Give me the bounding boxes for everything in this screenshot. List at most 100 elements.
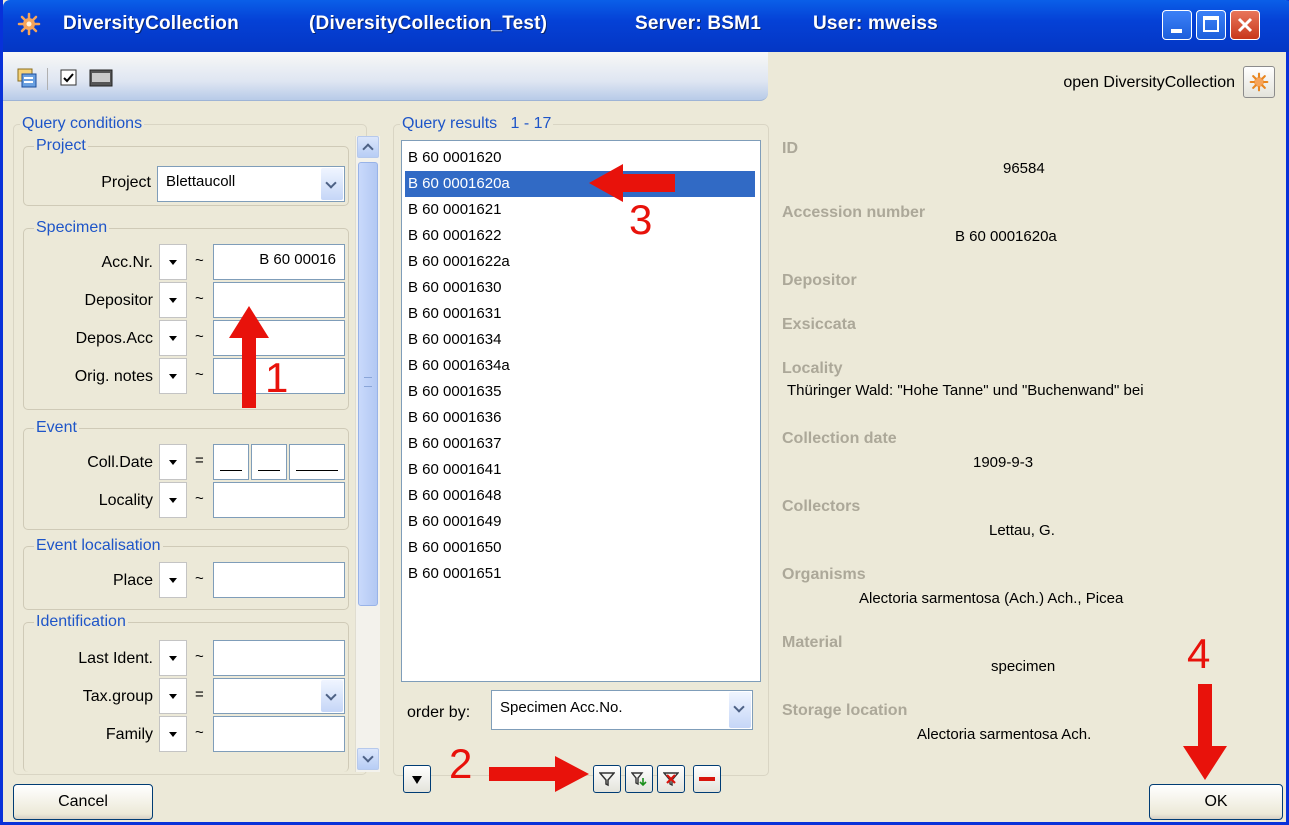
- depositor-operator-dropdown[interactable]: [159, 282, 187, 318]
- depositor-label: Depositor: [84, 292, 153, 309]
- result-list-item[interactable]: B 60 0001621: [408, 197, 501, 223]
- detail-id-label: ID: [782, 140, 798, 157]
- window-title-database: (DiversityCollection_Test): [309, 13, 548, 34]
- result-list-item[interactable]: B 60 0001635: [408, 379, 501, 405]
- result-list-item[interactable]: B 60 0001630: [408, 275, 501, 301]
- detail-id-value: 96584: [1003, 160, 1045, 177]
- detail-locality-value: Thüringer Wald: "Hohe Tanne" und "Buchen…: [787, 382, 1144, 399]
- underline: [258, 470, 280, 471]
- last-ident-label: Last Ident.: [78, 650, 153, 667]
- query-results-label: Query results: [402, 115, 498, 132]
- event-group-title: Event: [34, 419, 79, 437]
- orig-notes-operator: ~: [195, 366, 204, 383]
- close-icon: [1237, 17, 1253, 33]
- window-title-server: Server: BSM1: [635, 13, 761, 34]
- tax-group-operator-dropdown[interactable]: [159, 678, 187, 714]
- chevron-down-icon[interactable]: [321, 680, 343, 712]
- last-ident-operator-dropdown[interactable]: [159, 640, 187, 676]
- result-list-item[interactable]: B 60 0001636: [408, 405, 501, 431]
- query-conditions-title: Query conditions: [20, 115, 145, 133]
- depos-acc-operator-dropdown[interactable]: [159, 320, 187, 356]
- coll-date-operator: =: [195, 452, 204, 469]
- result-list-item[interactable]: B 60 0001649: [408, 509, 501, 535]
- grip-icon: [364, 377, 372, 387]
- window-title-user: User: mweiss: [813, 13, 938, 34]
- result-list-item[interactable]: B 60 0001651: [408, 561, 501, 587]
- depos-acc-operator: ~: [195, 328, 204, 345]
- annotation-arrow-2: [489, 756, 589, 792]
- acc-nr-label: Acc.Nr.: [101, 254, 153, 271]
- maximize-button[interactable]: [1196, 10, 1226, 40]
- detail-collection-date-label: Collection date: [782, 430, 897, 447]
- query-conditions-scrollbar[interactable]: [355, 136, 380, 772]
- place-operator: ~: [195, 570, 204, 587]
- checkbox-icon[interactable]: [59, 68, 79, 88]
- locality-label: Locality: [98, 492, 153, 509]
- scroll-up-button[interactable]: [357, 136, 379, 158]
- coll-date-day-input[interactable]: [213, 444, 249, 480]
- detail-organisms-value: Alectoria sarmentosa (Ach.) Ach., Picea: [859, 590, 1124, 607]
- acc-nr-input[interactable]: B 60 00016: [213, 244, 345, 280]
- last-ident-input[interactable]: [213, 640, 345, 676]
- chevron-down-icon[interactable]: [321, 168, 343, 200]
- project-group-title: Project: [34, 137, 88, 155]
- result-list-item[interactable]: B 60 0001648: [408, 483, 501, 509]
- query-form-icon[interactable]: [17, 68, 37, 88]
- result-list-item[interactable]: B 60 0001622a: [408, 249, 510, 275]
- locality-operator: ~: [195, 490, 204, 507]
- tax-group-select[interactable]: [213, 678, 345, 714]
- place-input[interactable]: [213, 562, 345, 598]
- project-select[interactable]: Blettaucoll: [157, 166, 345, 202]
- detail-locality-label: Locality: [782, 360, 843, 377]
- locality-input[interactable]: [213, 482, 345, 518]
- orig-notes-operator-dropdown[interactable]: [159, 358, 187, 394]
- family-input[interactable]: [213, 716, 345, 752]
- scroll-down-button[interactable]: [357, 748, 379, 770]
- chevron-down-icon[interactable]: [729, 692, 751, 728]
- image-icon[interactable]: [89, 68, 113, 88]
- result-list-item[interactable]: B 60 0001637: [408, 431, 501, 457]
- result-list-item[interactable]: B 60 0001650: [408, 535, 501, 561]
- remove-item-button[interactable]: [693, 765, 721, 793]
- filter-button[interactable]: [593, 765, 621, 793]
- event-localisation-group-title: Event localisation: [34, 537, 163, 555]
- remove-filter-button[interactable]: [657, 765, 685, 793]
- coll-date-month-input[interactable]: [251, 444, 287, 480]
- result-list-item[interactable]: B 60 0001634: [408, 327, 501, 353]
- result-list-item[interactable]: B 60 0001634a: [408, 353, 510, 379]
- result-list-item[interactable]: B 60 0001620: [408, 145, 501, 171]
- ok-button[interactable]: OK: [1149, 784, 1283, 820]
- project-select-value: Blettaucoll: [166, 173, 236, 190]
- add-filter-button[interactable]: [625, 765, 653, 793]
- minus-icon: [699, 777, 715, 781]
- filter-icon: [599, 772, 615, 787]
- scroll-thumb[interactable]: [358, 162, 378, 606]
- triangle-down-icon: [412, 776, 422, 784]
- last-ident-operator: ~: [195, 648, 204, 665]
- result-list-item[interactable]: B 60 0001622: [408, 223, 501, 249]
- chevron-up-icon: [362, 143, 374, 155]
- locality-operator-dropdown[interactable]: [159, 482, 187, 518]
- coll-date-operator-dropdown[interactable]: [159, 444, 187, 480]
- close-button[interactable]: [1230, 10, 1260, 40]
- result-list-item[interactable]: B 60 0001631: [408, 301, 501, 327]
- family-operator-dropdown[interactable]: [159, 716, 187, 752]
- order-by-select[interactable]: Specimen Acc.No.: [491, 690, 753, 730]
- query-results-list[interactable]: B 60 0001620 B 60 0001620a B 60 0001621 B 6…: [401, 140, 761, 682]
- title-bar[interactable]: DiversityCollection (DiversityCollection…: [3, 0, 1289, 52]
- result-list-item[interactable]: B 60 0001620a: [405, 171, 755, 197]
- coll-date-year-input[interactable]: [289, 444, 345, 480]
- annotation-label-1: 1: [265, 354, 289, 401]
- window-title-app: DiversityCollection: [63, 13, 239, 34]
- detail-storage-value: Alectoria sarmentosa Ach.: [917, 726, 1092, 743]
- result-list-item[interactable]: B 60 0001641: [408, 457, 501, 483]
- place-operator-dropdown[interactable]: [159, 562, 187, 598]
- open-diversitycollection-button[interactable]: [1243, 66, 1275, 98]
- app-logo-icon: [17, 12, 41, 36]
- expand-button[interactable]: [403, 765, 431, 793]
- app-logo-icon: [1249, 72, 1269, 92]
- cancel-button[interactable]: Cancel: [13, 784, 153, 820]
- minimize-icon: [1171, 29, 1182, 33]
- acc-nr-operator-dropdown[interactable]: [159, 244, 187, 280]
- minimize-button[interactable]: [1162, 10, 1192, 40]
